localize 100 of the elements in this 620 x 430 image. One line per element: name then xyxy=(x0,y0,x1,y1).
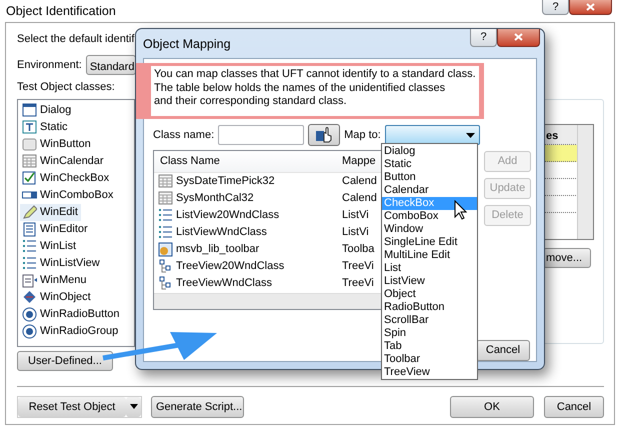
cancel-button[interactable]: Cancel xyxy=(476,340,530,361)
class-list-item[interactable]: WinEdit xyxy=(20,204,81,221)
close-icon xyxy=(514,33,523,42)
help-button[interactable]: ? xyxy=(470,29,497,47)
remove-button[interactable]: move... xyxy=(543,248,591,268)
mouse-pointer-icon xyxy=(454,200,467,220)
toolbar-icon xyxy=(158,242,173,257)
dropdown-option[interactable]: TreeView xyxy=(382,366,477,379)
dropdown-option[interactable]: Tab xyxy=(382,340,477,353)
class-list-item[interactable]: WinRadioButton xyxy=(20,306,122,323)
environment-label: Environment: xyxy=(17,58,82,73)
column-header: es xyxy=(546,130,558,142)
column-header: Class Name xyxy=(159,154,221,170)
table-cell-text: TreeViewWndClass xyxy=(176,276,272,292)
dropdown-option[interactable]: Spin xyxy=(382,327,477,340)
dropdown-option[interactable]: SingleLine Edit xyxy=(382,236,477,249)
hand-pointer-icon xyxy=(315,127,334,143)
dropdown-option[interactable]: Object xyxy=(382,288,477,301)
table-cell-text: TreeView20WndClass xyxy=(176,259,284,274)
dropdown-option[interactable]: MultiLine Edit xyxy=(382,249,477,262)
caret-icon xyxy=(466,132,475,138)
instruction-text: Select the default identif xyxy=(17,33,134,45)
dropdown-option[interactable]: Dialog xyxy=(382,145,477,158)
map-to-dropdown[interactable] xyxy=(384,125,480,145)
class-list-item[interactable]: WinCheckBox xyxy=(20,170,112,187)
environment-dropdown[interactable]: Standard xyxy=(86,55,136,75)
horizontal-scrollbar[interactable] xyxy=(154,293,384,309)
pick-object-button[interactable] xyxy=(308,124,340,146)
dialog-title: Object Mapping xyxy=(143,36,231,53)
close-button[interactable] xyxy=(497,29,540,47)
pencil-icon xyxy=(22,205,37,220)
dropdown-option[interactable]: Calendar xyxy=(382,184,477,197)
table-cell-text: Calend xyxy=(342,191,377,206)
dropdown-option[interactable]: RadioButton xyxy=(382,301,477,314)
list-icon xyxy=(158,225,173,240)
list-icon xyxy=(22,239,37,254)
vertical-scrollbar[interactable] xyxy=(577,125,593,239)
tree-icon xyxy=(158,276,173,291)
dropdown-button[interactable] xyxy=(126,397,141,417)
window-title: Object Identification xyxy=(6,3,116,20)
reset-test-object-button[interactable]: Reset Test Object xyxy=(18,397,126,417)
class-list-item[interactable]: WinRadioGroup xyxy=(20,323,122,340)
dialog-button[interactable]: OK xyxy=(450,396,534,418)
table-cell-text: SysDateTimePick32 xyxy=(176,174,275,190)
static-text-icon xyxy=(22,120,37,135)
class-list-item[interactable]: Dialog xyxy=(20,102,74,119)
radio-icon xyxy=(22,307,37,322)
table-cell-text: SysMonthCal32 xyxy=(176,191,254,206)
class-name-label: Class name: xyxy=(153,128,214,143)
caret-icon xyxy=(130,404,138,410)
table-cell-text: Toolba xyxy=(342,242,374,258)
list-icon xyxy=(158,208,173,223)
table-cell-text: ListViewWndClass xyxy=(176,225,267,240)
diamond-icon xyxy=(22,290,37,305)
dialog-icon xyxy=(22,103,37,118)
dialog-button[interactable]: Cancel xyxy=(544,396,604,418)
help-button[interactable]: ? xyxy=(542,0,569,15)
class-list-item[interactable]: Static xyxy=(20,119,71,136)
class-list-item[interactable]: WinComboBox xyxy=(20,187,116,204)
menu-icon xyxy=(22,273,37,288)
calendar-icon xyxy=(158,191,173,206)
classes-label: Test Object classes: xyxy=(17,81,115,93)
button-icon xyxy=(22,137,37,152)
table-cell-text: ListView20WndClass xyxy=(176,208,280,224)
info-text: You can map classes that UFT cannot identify to a standard class. The table below holds the names of the unidentified classes and their corresponding standard class. xyxy=(154,68,476,107)
dropdown-option[interactable]: Window xyxy=(382,223,477,236)
list-icon xyxy=(22,256,37,271)
close-button[interactable] xyxy=(569,0,612,15)
class-list-item[interactable]: WinListView xyxy=(20,255,103,272)
checkbox-icon xyxy=(22,171,37,186)
table-cell-text: Calend xyxy=(342,174,377,190)
dropdown-option[interactable]: ComboBox xyxy=(382,210,477,223)
class-list-item[interactable]: WinMenu xyxy=(20,272,90,289)
class-list-item[interactable]: WinEditor xyxy=(20,221,91,238)
dropdown-option[interactable]: ScrollBar xyxy=(382,314,477,327)
table-cell-text: TreeVi xyxy=(342,259,374,274)
highlighted-row[interactable] xyxy=(544,145,578,162)
table-cell-text: ListVi xyxy=(342,225,369,240)
dropdown-option[interactable]: Static xyxy=(382,158,477,171)
tree-icon xyxy=(158,259,173,274)
class-list-item[interactable]: WinCalendar xyxy=(20,153,107,170)
dropdown-option[interactable]: Toolbar xyxy=(382,353,477,366)
user-defined-button[interactable]: User-Defined... xyxy=(17,351,113,371)
table-cell-text: msvb_lib_toolbar xyxy=(176,242,260,258)
class-list-item[interactable]: WinObject xyxy=(20,289,94,306)
table-cell-text: ListVi xyxy=(342,208,369,224)
dropdown-option[interactable]: List xyxy=(382,262,477,275)
close-icon xyxy=(586,2,595,11)
document-icon xyxy=(22,222,37,237)
dropdown-option[interactable]: Button xyxy=(382,171,477,184)
dropdown-option[interactable]: ListView xyxy=(382,275,477,288)
class-list-item[interactable]: WinButton xyxy=(20,136,94,153)
class-name-field[interactable] xyxy=(218,125,304,145)
column-header: Mappe xyxy=(341,154,376,170)
radio-icon xyxy=(22,324,37,339)
table-cell-text: TreeVi xyxy=(342,276,374,292)
class-list-item[interactable]: WinList xyxy=(20,238,80,255)
generate-script-button[interactable]: Generate Script... xyxy=(151,396,244,418)
map-to-label: Map to: xyxy=(344,128,381,143)
calendar-icon xyxy=(22,154,37,169)
